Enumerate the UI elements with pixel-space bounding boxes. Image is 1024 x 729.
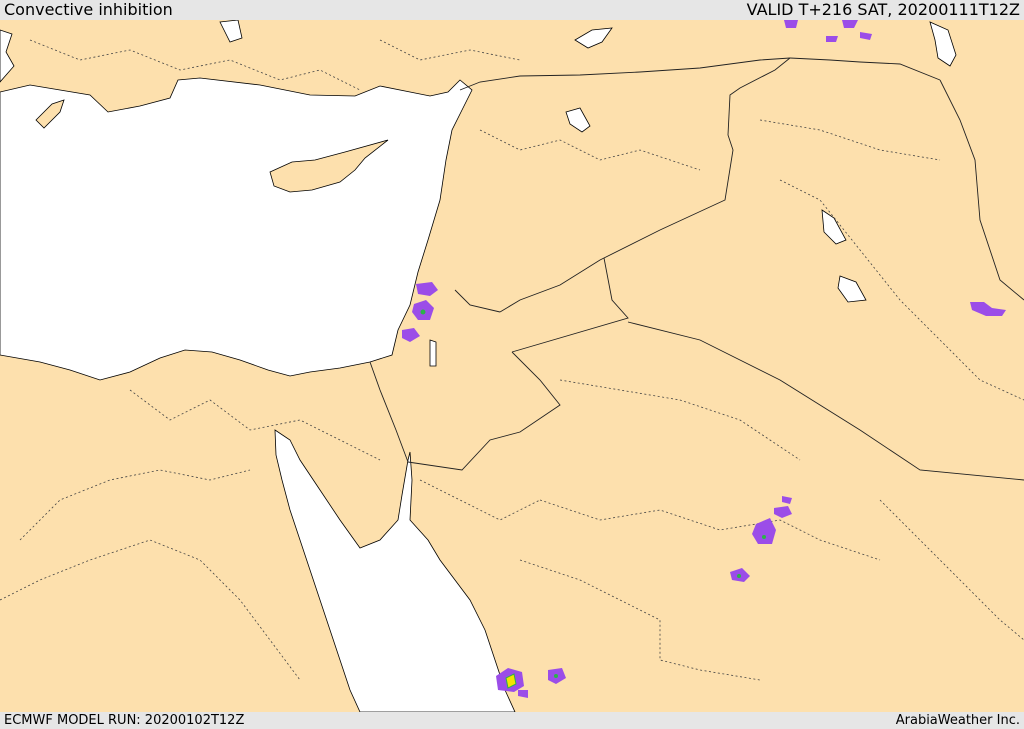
- cin-core-4: [554, 674, 558, 678]
- map-title: Convective inhibition: [4, 0, 173, 19]
- valid-time: VALID T+216 SAT, 20200111T12Z: [746, 0, 1020, 19]
- credit: ArabiaWeather Inc.: [895, 713, 1020, 728]
- header-bar: Convective inhibition VALID T+216 SAT, 2…: [0, 0, 1024, 20]
- cin-core-3: [737, 574, 741, 578]
- cin-area-12: [784, 20, 798, 28]
- weather-map: [0, 20, 1024, 712]
- footer-bar: ECMWF MODEL RUN: 20200102T12Z ArabiaWeat…: [0, 712, 1024, 729]
- cin-area-13: [826, 36, 838, 42]
- model-run: ECMWF MODEL RUN: 20200102T12Z: [4, 713, 245, 728]
- cin-core-2: [762, 535, 766, 539]
- dead-sea: [429, 339, 437, 367]
- cin-core-1: [420, 309, 426, 315]
